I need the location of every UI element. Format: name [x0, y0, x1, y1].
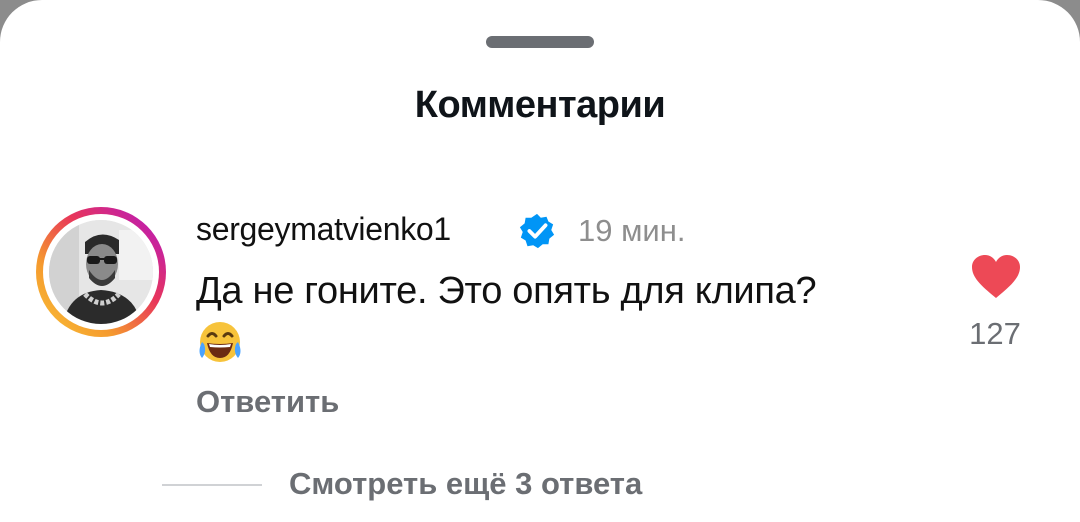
laughing-emoji-icon	[196, 318, 244, 366]
view-replies-button[interactable]: Смотреть ещё 3 ответа	[289, 466, 642, 502]
reply-button[interactable]: Ответить	[196, 384, 339, 420]
like-count: 127	[969, 316, 1021, 351]
comment-text: Да не гоните. Это опять для клипа?	[196, 270, 817, 312]
drag-handle[interactable]	[486, 36, 594, 48]
avatar[interactable]	[49, 220, 153, 324]
avatar-photo	[49, 220, 153, 324]
replies-divider	[162, 484, 262, 486]
verified-badge-icon	[518, 212, 556, 250]
comment-username[interactable]: sergeymatvienko1	[196, 211, 451, 248]
sheet-title: Комментарии	[414, 84, 666, 126]
avatar-story-ring[interactable]	[36, 207, 166, 337]
comments-sheet: Комментарии sergeymatvienko1 19 мин. Да …	[0, 0, 1080, 522]
comment-timestamp: 19 мин.	[578, 213, 686, 248]
like-heart-icon[interactable]	[970, 254, 1022, 300]
